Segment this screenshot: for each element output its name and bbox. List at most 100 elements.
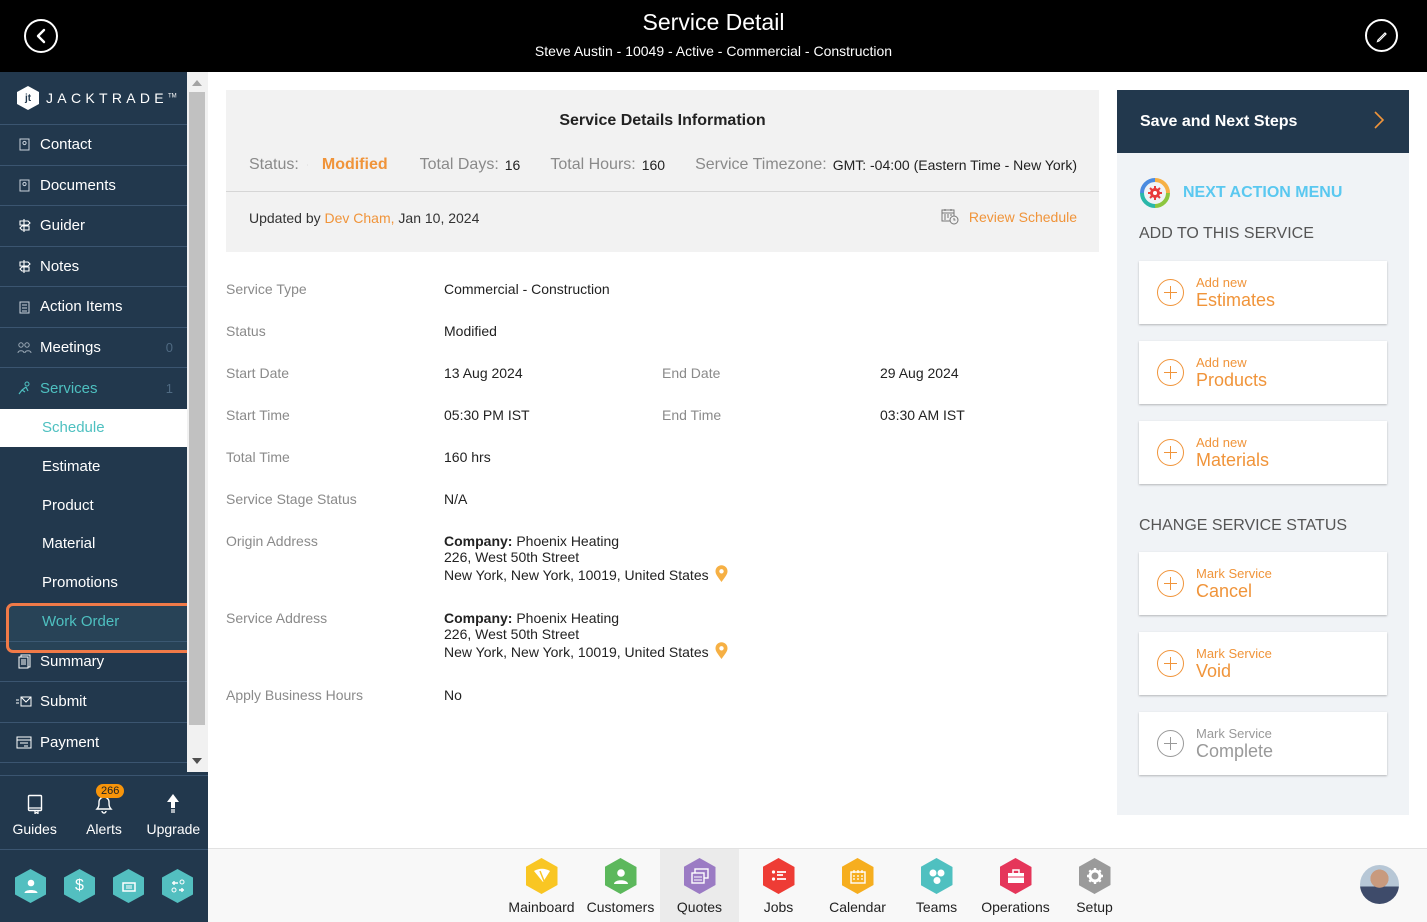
app-calendar[interactable]: Calendar — [818, 849, 897, 922]
scroll-down-arrow-icon[interactable] — [192, 758, 202, 764]
total-days-label: Total Days: — [419, 156, 499, 173]
sidebar-subitem-work-order[interactable]: Work Order — [0, 602, 207, 653]
logo-hex-icon: jt — [17, 86, 39, 110]
quotes-icon — [683, 858, 716, 894]
user-avatar[interactable] — [1360, 865, 1399, 904]
detail-row-total-time: Total Time 160 hrs — [226, 446, 1086, 488]
updated-by-user[interactable]: Dev Cham, — [325, 210, 395, 226]
sidebar-subitem-product[interactable]: Product — [0, 486, 187, 525]
mark-void-card[interactable]: Mark Service Void — [1139, 632, 1387, 695]
guides-button[interactable]: Guides — [0, 776, 69, 849]
app-setup[interactable]: Setup — [1055, 849, 1134, 922]
sidebar-item-label: Notes — [40, 257, 80, 275]
app-teams[interactable]: Teams — [897, 849, 976, 922]
address-line1: 226, West 50th Street — [444, 626, 580, 642]
detail-value: 13 Aug 2024 — [444, 365, 523, 381]
total-hours-label: Total Hours: — [550, 156, 636, 173]
total-hours-value: 160 — [641, 157, 666, 173]
add-estimates-card[interactable]: Add new Estimates — [1139, 261, 1387, 324]
app-jobs[interactable]: Jobs — [739, 849, 818, 922]
calendar-icon — [841, 858, 874, 894]
info-title: Service Details Information — [559, 112, 766, 129]
detail-value: 29 Aug 2024 — [880, 365, 959, 381]
mark-cancel-card[interactable]: Mark Service Cancel — [1139, 552, 1387, 615]
dollar-icon[interactable]: $ — [64, 869, 95, 903]
customers-icon — [604, 858, 637, 894]
add-to-service-heading: ADD TO THIS SERVICE — [1139, 225, 1314, 242]
chevron-right-icon — [1374, 111, 1385, 129]
plus-circle-icon — [1157, 570, 1184, 597]
person-icon[interactable] — [15, 869, 46, 903]
pencil-icon — [1376, 31, 1387, 42]
sidebar-scrollbar[interactable] — [187, 72, 208, 772]
scrollbar-thumb[interactable] — [189, 92, 205, 725]
sidebar-subitem-estimate[interactable]: Estimate — [0, 447, 187, 486]
mark-complete-card[interactable]: Mark Service Complete — [1139, 712, 1387, 775]
detail-value: 05:30 PM IST — [444, 407, 530, 423]
teams-icon — [920, 858, 953, 894]
detail-row-dates: Start Date 13 Aug 2024 End Date 29 Aug 2… — [226, 362, 1086, 404]
app-launcher: Mainboard Customers Quotes Jobs Calendar… — [502, 849, 1134, 922]
status-value: Modified — [321, 156, 388, 173]
jacktrade-logo[interactable]: jt JACKTRADETM — [0, 72, 187, 125]
edit-button[interactable] — [1365, 19, 1398, 52]
review-schedule-label: Review Schedule — [968, 208, 1077, 225]
timezone-value: GMT: -04:00 (Eastern Time - New York) — [832, 157, 1077, 173]
address-line2: New York, New York, 10019, United States — [444, 644, 709, 660]
sidebar-item-action-items[interactable]: Action Items — [0, 287, 187, 328]
service-details-list: Service Type Commercial - Construction S… — [226, 278, 1086, 726]
service-details-info-box: Service Details Information Status: Modi… — [226, 90, 1099, 252]
sidebar-item-contact[interactable]: Contact — [0, 125, 187, 166]
sidebar-item-submit[interactable]: Submit — [0, 682, 187, 723]
app-customers[interactable]: Customers — [581, 849, 660, 922]
map-pin-icon[interactable] — [715, 642, 728, 660]
scroll-up-arrow-icon[interactable] — [192, 80, 202, 86]
review-schedule-link[interactable]: Review Schedule — [941, 208, 1077, 225]
sidebar-subitem-material[interactable]: Material — [0, 525, 187, 564]
detail-row-service-address: Service Address Company: Phoenix Heating… — [226, 607, 1086, 684]
sidebar-item-label: Payment — [40, 733, 100, 751]
sidebar-item-label: Submit — [40, 693, 87, 711]
sidebar-subitem-promotions[interactable]: Promotions — [0, 563, 187, 602]
app-label: Calendar — [829, 899, 886, 915]
contact-book-icon — [16, 137, 32, 153]
upgrade-button[interactable]: Upgrade — [139, 776, 208, 849]
alerts-button[interactable]: 266 Alerts — [69, 776, 138, 849]
workflow-icon[interactable] — [162, 869, 193, 903]
gear-icon — [1078, 858, 1111, 894]
add-products-card[interactable]: Add new Products — [1139, 341, 1387, 404]
sidebar-item-label: Meetings — [40, 338, 101, 356]
save-and-next-steps-button[interactable]: Save and Next Steps — [1117, 90, 1409, 153]
subitem-label: Product — [42, 496, 94, 514]
map-pin-icon[interactable] — [715, 565, 728, 583]
money-transfer-icon[interactable] — [113, 869, 144, 903]
sidebar-item-documents[interactable]: Documents — [0, 166, 187, 206]
services-count: 1 — [165, 380, 173, 396]
sidebar-item-meetings[interactable]: Meetings 0 — [0, 328, 187, 368]
summary-icon — [16, 653, 32, 669]
next-action-menu-label: NEXT ACTION MENU — [1183, 184, 1343, 201]
total-days-value: 16 — [504, 157, 521, 173]
sidebar-item-services[interactable]: Services 1 — [0, 368, 187, 409]
sidebar-item-payment[interactable]: Payment — [0, 723, 187, 764]
signpost-icon — [16, 258, 32, 274]
detail-label: Status — [226, 323, 266, 339]
detail-label: Start Date — [226, 365, 290, 381]
sidebar-item-summary[interactable]: Summary — [0, 642, 187, 683]
updated-prefix: Updated by — [249, 210, 321, 226]
sidebar-subitem-schedule[interactable]: Schedule — [0, 408, 187, 448]
detail-label: Service Stage Status — [226, 491, 357, 507]
updated-by-text: Updated by Dev Cham, Jan 10, 2024 — [249, 210, 479, 226]
clipboard-icon — [16, 299, 32, 315]
sidebar-item-guider[interactable]: Guider — [0, 206, 187, 247]
page-subtitle: Steve Austin - 10049 - Active - Commerci… — [534, 43, 893, 59]
app-mainboard[interactable]: Mainboard — [502, 849, 581, 922]
add-materials-card[interactable]: Add new Materials — [1139, 421, 1387, 484]
sidebar-nav: Contact Documents Guider Notes Action It… — [0, 125, 207, 764]
sidebar-item-notes[interactable]: Notes — [0, 247, 187, 287]
status-label: Status: — [249, 156, 299, 173]
app-quotes[interactable]: Quotes — [660, 849, 739, 922]
origin-address-value: Company: Phoenix Heating 226, West 50th … — [444, 533, 728, 583]
app-operations[interactable]: Operations — [976, 849, 1055, 922]
card-line1: Mark Service — [1196, 726, 1272, 741]
